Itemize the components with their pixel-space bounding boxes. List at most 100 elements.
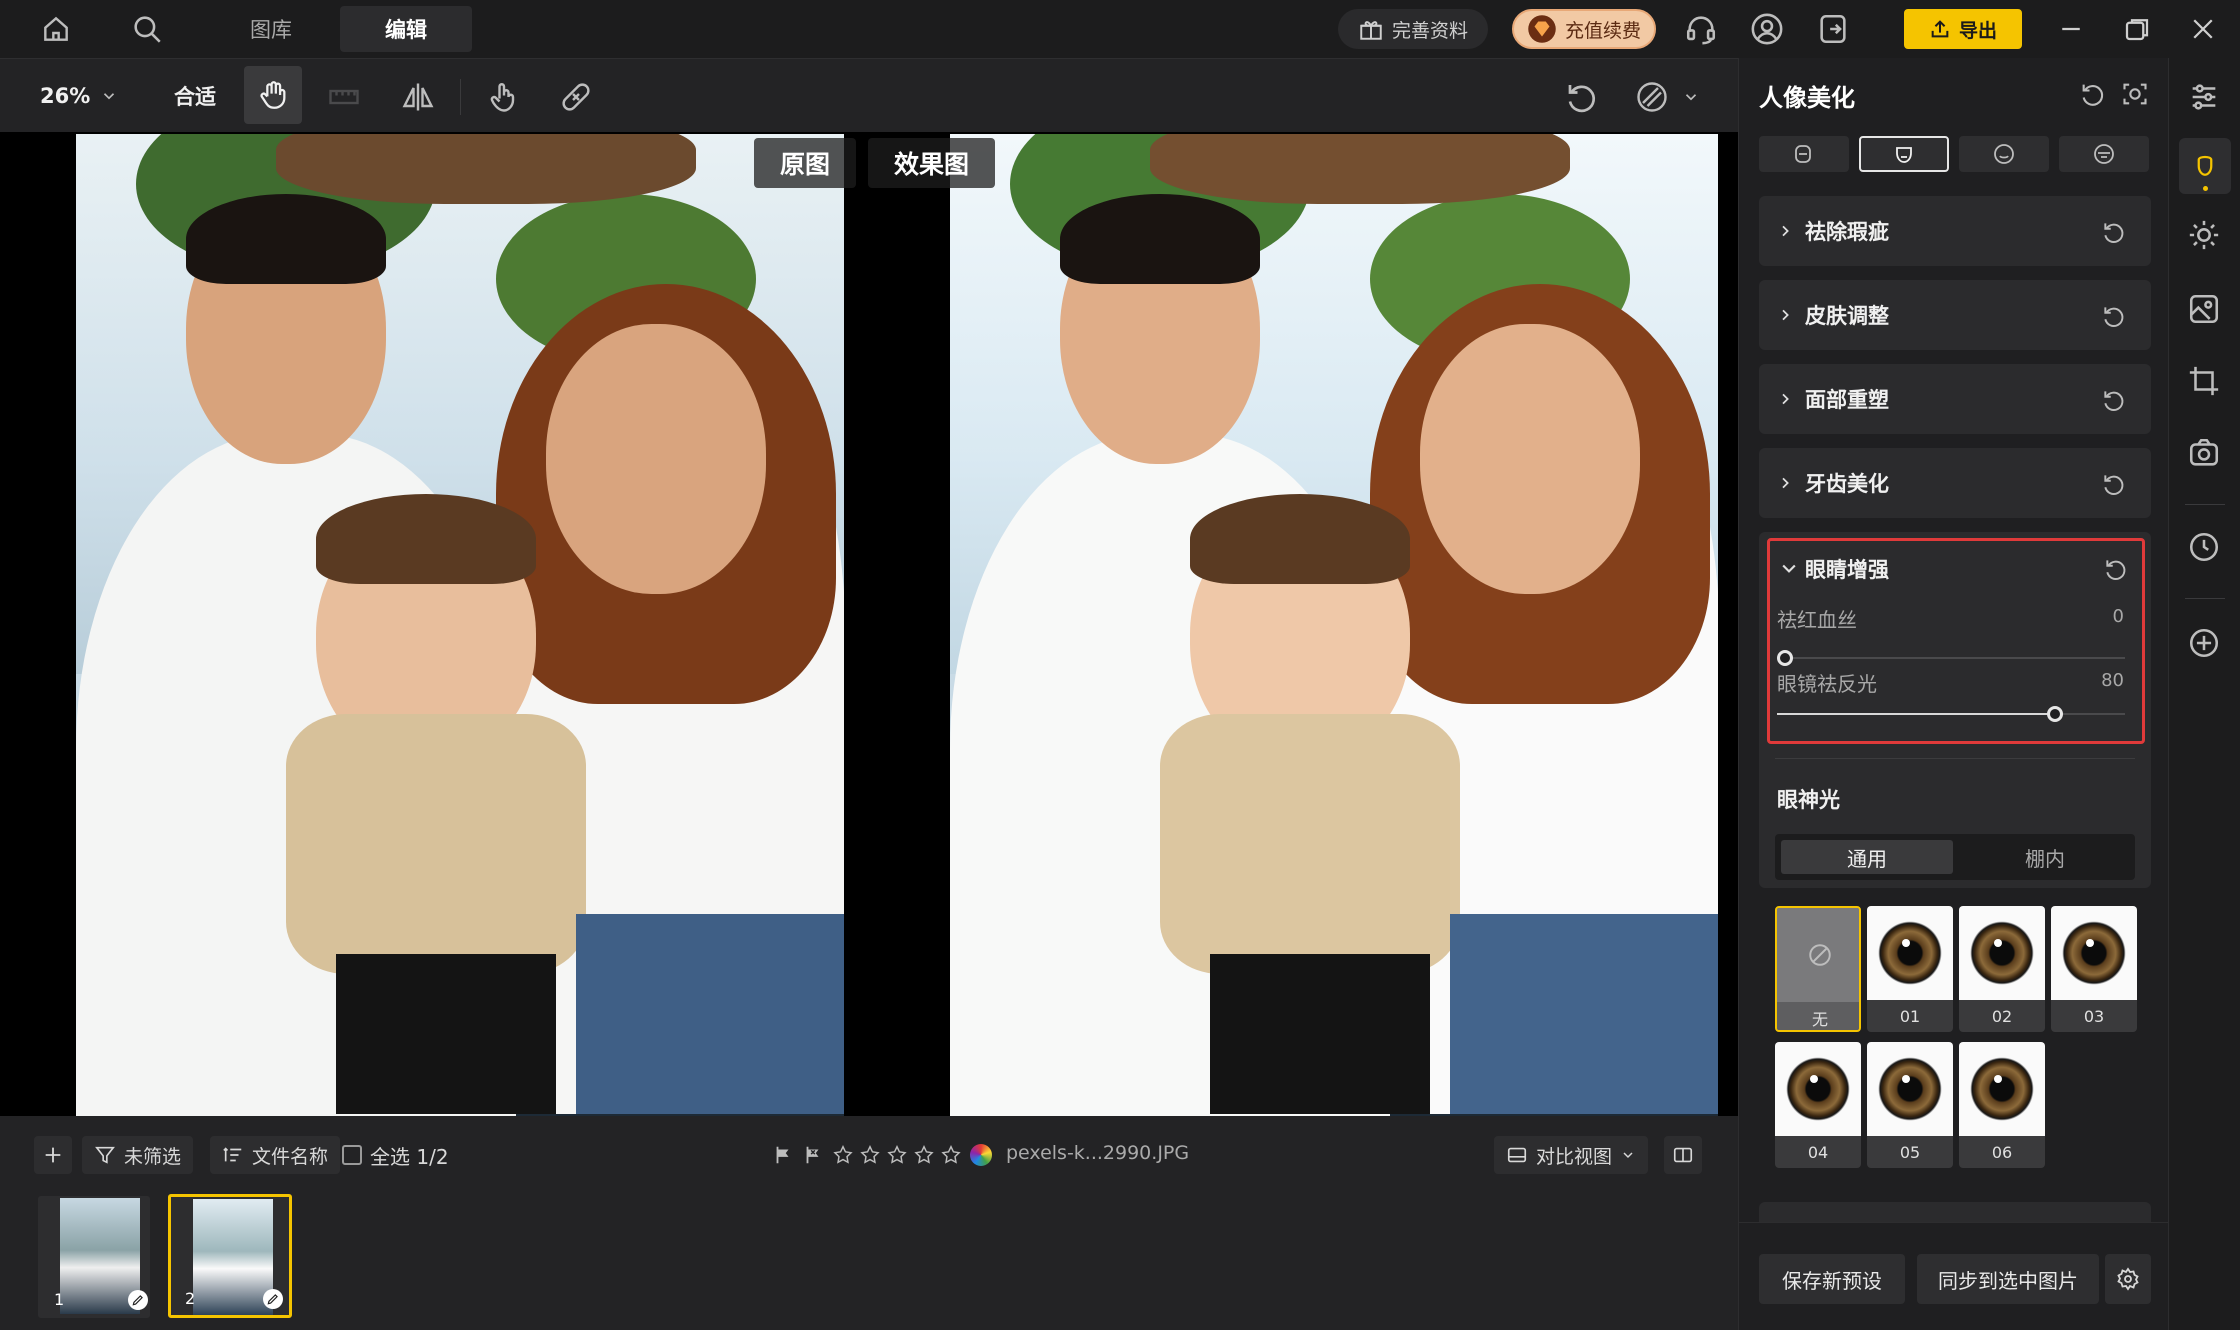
thumbnail[interactable]: 1 bbox=[38, 1196, 150, 1318]
filmstrip-bar: 未筛选 文件名称 全选 1/2 pexels-k...2990.JPG 对比视图… bbox=[0, 1116, 1738, 1330]
star-icon[interactable] bbox=[940, 1144, 962, 1166]
complete-profile-label: 完善资料 bbox=[1391, 19, 1468, 42]
minimize-icon[interactable] bbox=[2056, 14, 2086, 44]
preset-03[interactable]: 03 bbox=[2051, 906, 2137, 1032]
preset-label: 05 bbox=[1899, 1142, 1921, 1162]
preset-label: 03 bbox=[2083, 1006, 2105, 1026]
section-face-reshape[interactable]: 面部重塑 bbox=[1759, 364, 2151, 434]
crop-icon[interactable] bbox=[2187, 364, 2221, 398]
home-icon[interactable] bbox=[40, 13, 72, 45]
add-circle-icon[interactable] bbox=[2187, 626, 2221, 660]
logout-icon[interactable] bbox=[1816, 12, 1850, 46]
reset-icon[interactable] bbox=[2101, 219, 2127, 245]
complete-profile-button[interactable]: 完善资料 bbox=[1338, 9, 1488, 49]
star-icon[interactable] bbox=[832, 1144, 854, 1166]
filter-label: 未筛选 bbox=[124, 1145, 182, 1168]
preset-thumb bbox=[2051, 906, 2137, 1000]
preset-06[interactable]: 06 bbox=[1959, 1042, 2045, 1168]
glasses-glare-slider[interactable] bbox=[1777, 704, 2125, 724]
red-vein-slider[interactable] bbox=[1777, 648, 2125, 668]
slider-knob[interactable] bbox=[2047, 706, 2063, 722]
bandage-icon[interactable] bbox=[558, 79, 594, 115]
filename-text: pexels-k...2990.JPG bbox=[1006, 1142, 1190, 1164]
sync-to-selected-button[interactable]: 同步到选中图片 bbox=[1917, 1254, 2099, 1304]
touch-tool-icon[interactable] bbox=[486, 79, 522, 115]
slider-knob[interactable] bbox=[1777, 650, 1793, 666]
reject-flag-icon[interactable] bbox=[802, 1144, 824, 1166]
toolbar-divider bbox=[460, 79, 461, 115]
split-view-icon bbox=[1672, 1144, 1694, 1166]
save-preset-button[interactable]: 保存新预设 bbox=[1759, 1254, 1905, 1304]
preset-04[interactable]: 04 bbox=[1775, 1042, 1861, 1168]
compare-view-dropdown[interactable]: 对比视图 bbox=[1494, 1136, 1649, 1174]
star-icon[interactable] bbox=[859, 1144, 881, 1166]
preset-01[interactable]: 01 bbox=[1867, 906, 1953, 1032]
preset-thumb bbox=[1959, 906, 2045, 1000]
tab-edit[interactable]: 编辑 bbox=[340, 6, 472, 52]
add-photo-button[interactable] bbox=[34, 1136, 72, 1174]
history-clock-icon[interactable] bbox=[2187, 530, 2221, 564]
fit-button[interactable]: 合适 bbox=[174, 79, 216, 113]
chevron-right-icon bbox=[1777, 221, 1793, 241]
sort-label: 文件名称 bbox=[252, 1145, 329, 1168]
none-icon bbox=[1807, 942, 1833, 968]
original-label: 原图 bbox=[754, 138, 857, 188]
preset-none[interactable]: 无 bbox=[1775, 906, 1861, 1032]
image-adjust-icon[interactable] bbox=[2187, 292, 2221, 326]
star-icon[interactable] bbox=[913, 1144, 935, 1166]
settings-gear-icon[interactable] bbox=[2105, 1254, 2151, 1304]
filter-button[interactable]: 未筛选 bbox=[82, 1136, 194, 1174]
tab-studio[interactable]: 棚内 bbox=[1959, 840, 2131, 874]
section-blemish-removal[interactable]: 祛除瑕疵 bbox=[1759, 196, 2151, 266]
panel-title: 人像美化 bbox=[1759, 84, 1855, 112]
export-button[interactable]: 导出 bbox=[1904, 9, 2022, 49]
thumbnail[interactable]: 2 bbox=[168, 1194, 292, 1318]
search-icon[interactable] bbox=[130, 12, 164, 46]
support-headset-icon[interactable] bbox=[1684, 12, 1718, 46]
select-all-checkbox[interactable]: 全选 1/2 bbox=[342, 1136, 449, 1174]
star-rating[interactable] bbox=[832, 1144, 962, 1166]
slider-label-glasses-glare: 眼镜祛反光 bbox=[1777, 672, 1877, 696]
chevron-down-icon[interactable] bbox=[1779, 558, 1799, 578]
gift-icon bbox=[1358, 16, 1384, 42]
reset-icon[interactable] bbox=[2101, 387, 2127, 413]
undo-reset-icon[interactable] bbox=[1564, 79, 1600, 115]
mask-dropdown[interactable] bbox=[1634, 79, 1700, 115]
tab-general[interactable]: 通用 bbox=[1781, 840, 1953, 874]
zoom-dropdown[interactable]: 26% bbox=[40, 79, 118, 113]
checkbox-box bbox=[342, 1145, 362, 1165]
top-bar: 图库 编辑 完善资料 充值续费 导出 bbox=[0, 0, 2240, 58]
split-view-button[interactable] bbox=[1664, 1136, 1702, 1174]
mask-icon bbox=[1634, 79, 1670, 115]
tab-library[interactable]: 图库 bbox=[222, 6, 320, 52]
tool-rail bbox=[2168, 58, 2240, 1330]
reset-icon[interactable] bbox=[2079, 80, 2107, 108]
user-icon[interactable] bbox=[1750, 12, 1784, 46]
reset-icon[interactable] bbox=[2101, 471, 2127, 497]
recharge-button[interactable]: 充值续费 bbox=[1512, 9, 1656, 49]
brightness-icon[interactable] bbox=[2187, 218, 2221, 252]
eye-preview bbox=[1970, 921, 2034, 985]
sliders-icon[interactable] bbox=[2187, 80, 2221, 114]
hand-tool-icon[interactable] bbox=[244, 66, 302, 124]
face-scan-icon[interactable] bbox=[2121, 80, 2149, 108]
sort-button[interactable]: 文件名称 bbox=[210, 1136, 341, 1174]
section-skin-adjust[interactable]: 皮肤调整 bbox=[1759, 280, 2151, 350]
reset-icon[interactable] bbox=[2103, 556, 2129, 582]
camera-icon[interactable] bbox=[2187, 436, 2221, 470]
active-dot bbox=[2203, 186, 2208, 191]
flag-icon[interactable] bbox=[772, 1144, 794, 1166]
close-icon[interactable] bbox=[2188, 14, 2218, 44]
eye-preview bbox=[1786, 1057, 1850, 1121]
flip-icon[interactable] bbox=[400, 79, 436, 115]
reset-icon[interactable] bbox=[2101, 303, 2127, 329]
color-label-icon[interactable] bbox=[970, 1144, 992, 1166]
preset-label: 06 bbox=[1991, 1142, 2013, 1162]
restore-icon[interactable] bbox=[2122, 14, 2152, 44]
preset-05[interactable]: 05 bbox=[1867, 1042, 1953, 1168]
thumbnail-index: 2 bbox=[185, 1289, 196, 1308]
preset-02[interactable]: 02 bbox=[1959, 906, 2045, 1032]
star-icon[interactable] bbox=[886, 1144, 908, 1166]
slider-fill bbox=[1777, 713, 2055, 715]
section-teeth-beauty[interactable]: 牙齿美化 bbox=[1759, 448, 2151, 518]
